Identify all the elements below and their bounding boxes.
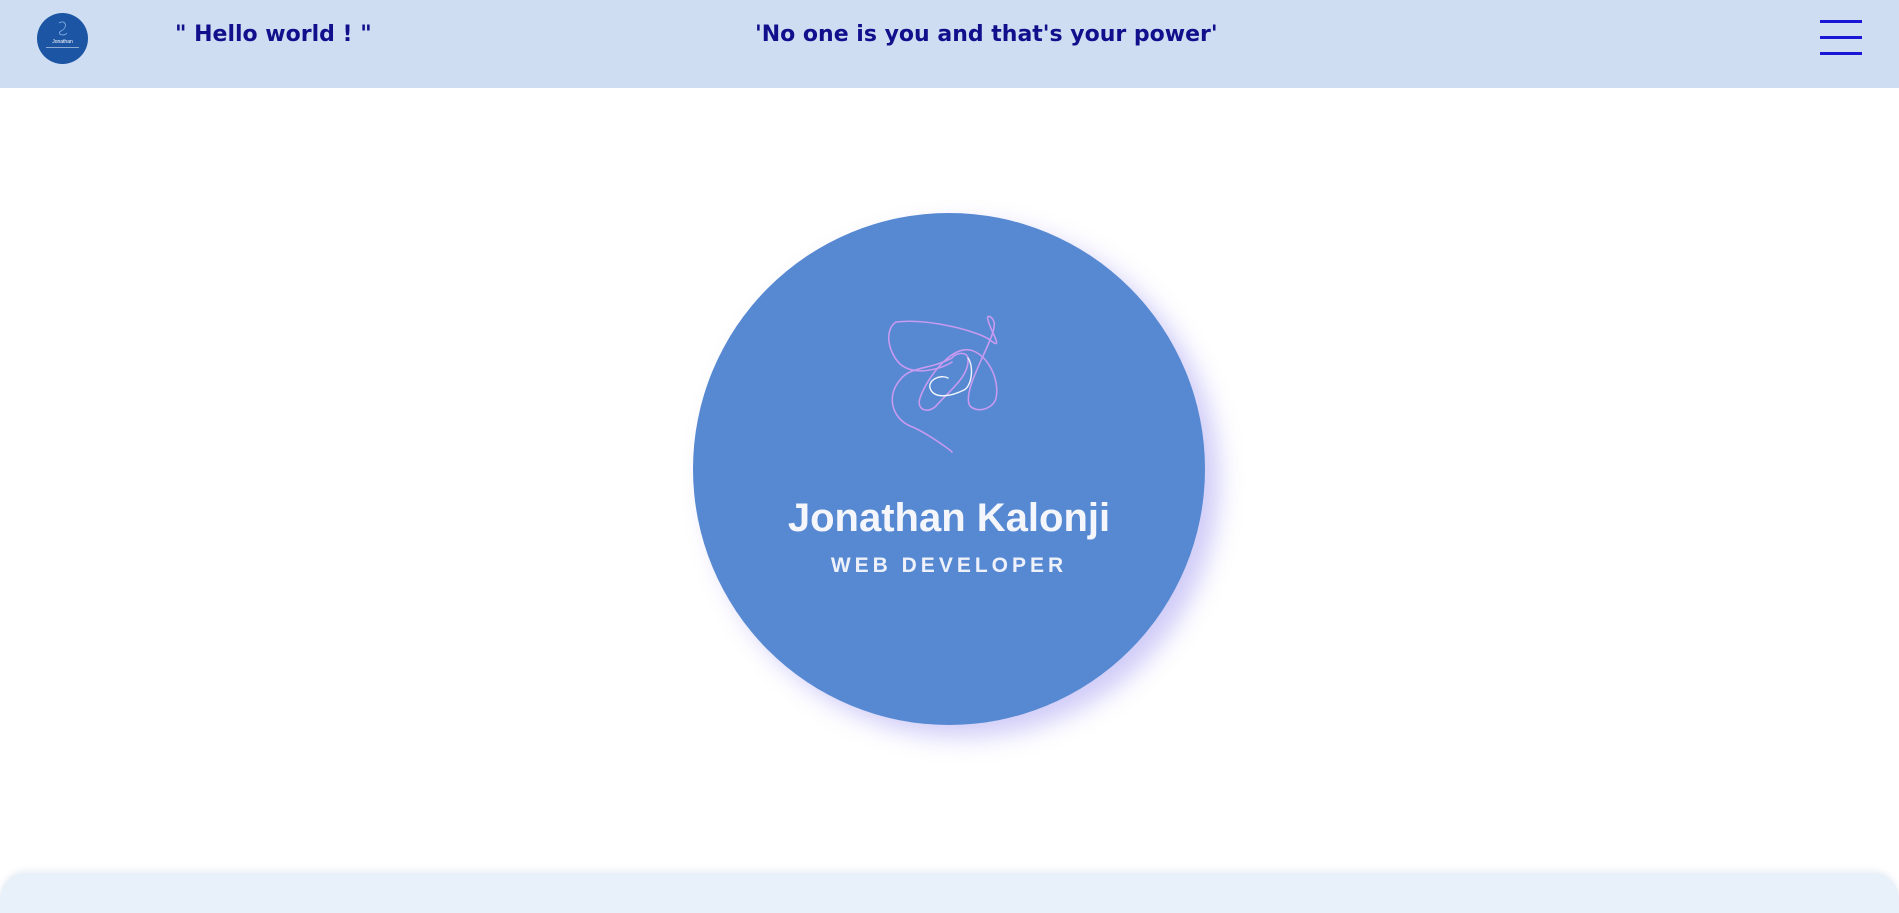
logo-text: Jonathan — [52, 39, 73, 45]
greeting-text: " Hello world ! " — [175, 22, 372, 47]
content-panel-top-edge — [0, 873, 1899, 913]
menu-bar-middle — [1820, 36, 1862, 39]
hamburger-menu-icon[interactable] — [1820, 20, 1862, 56]
top-header: Jonathan " Hello world ! " 'No one is yo… — [0, 0, 1899, 88]
menu-bar-bottom — [1820, 52, 1862, 55]
profile-name: Jonathan Kalonji — [787, 496, 1111, 540]
menu-bar-top — [1820, 20, 1862, 23]
signature-icon — [888, 315, 998, 453]
logo-underline — [46, 47, 79, 48]
motto-text: 'No one is you and that's your power' — [755, 22, 1218, 47]
profile-role: WEB DEVELOPER — [830, 554, 1068, 577]
logo-avatar[interactable]: Jonathan — [37, 13, 88, 64]
hero-profile-circle — [693, 213, 1205, 725]
